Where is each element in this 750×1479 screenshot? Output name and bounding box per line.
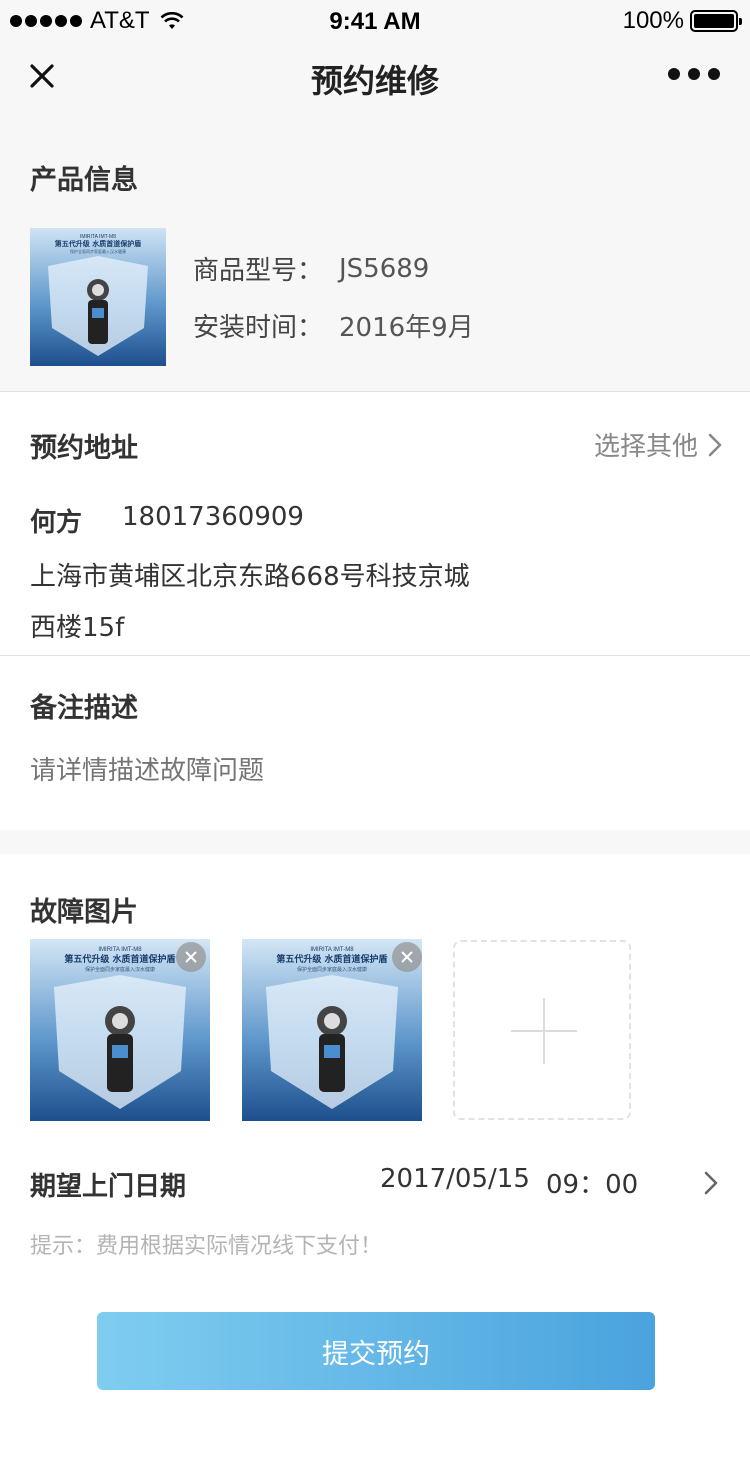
- page-title: 预约维修: [310, 62, 439, 100]
- product-image: IMIRITA IMT-M8 第五代升级 水质首道保护盾 保护全面同步家庭最入汉…: [30, 228, 166, 366]
- appointment-date-value[interactable]: 2017/05/15: [380, 1164, 530, 1194]
- photo-2-sub: 保护全面同步家庭最入汉水健康: [297, 966, 367, 973]
- model-row: 商品型号： JS5689: [193, 250, 429, 287]
- photo-1-headline: 第五代升级 水质首道保护盾: [64, 953, 175, 965]
- chevron-right-icon[interactable]: [703, 1170, 719, 1196]
- battery-icon: [690, 10, 742, 32]
- remark-section: 备注描述: [0, 656, 750, 830]
- submit-appointment-button[interactable]: 提交预约: [97, 1312, 655, 1390]
- fault-photos-section: 故障图片 IMIRITA IMT-M8 第五代升级 水质首道保护盾 保护全面同步…: [0, 854, 750, 1479]
- status-bar: AT&T 9:41 AM 100%: [0, 0, 750, 40]
- address-detail: 上海市黄埔区北京东路668号科技京城西楼15f: [30, 562, 470, 643]
- choose-other-address-button[interactable]: 选择其他: [594, 426, 722, 463]
- chevron-right-icon: [708, 433, 722, 456]
- product-info-title: 产品信息: [30, 165, 138, 196]
- section-divider: [0, 830, 750, 854]
- install-row: 安装时间： 2016年9月: [193, 307, 474, 344]
- model-value: JS5689: [339, 253, 430, 284]
- install-label: 安装时间：: [193, 313, 324, 343]
- appointment-time-value[interactable]: 09：00: [546, 1164, 638, 1201]
- add-photo-button[interactable]: [453, 940, 631, 1120]
- photo-1-brand: IMIRITA IMT-M8: [98, 947, 142, 953]
- remove-photo-2-icon[interactable]: [392, 942, 422, 972]
- install-value: 2016年9月: [339, 313, 474, 343]
- address-title: 预约地址: [30, 433, 138, 464]
- fault-photos-title: 故障图片: [30, 897, 138, 928]
- choose-other-label: 选择其他: [593, 432, 698, 462]
- contact-name: 何方: [30, 508, 83, 538]
- status-right: 100%: [622, 7, 742, 34]
- remove-photo-1-icon[interactable]: [176, 942, 206, 972]
- address-section: 预约地址 选择其他 何方 18017360909 上海市黄埔区北京东路668号科…: [0, 392, 750, 656]
- appointment-date-label: 期望上门日期: [30, 1172, 187, 1202]
- remark-title: 备注描述: [30, 693, 138, 724]
- contact-phone: 18017360909: [122, 502, 304, 532]
- photo-2-headline: 第五代升级 水质首道保护盾: [276, 953, 387, 965]
- product-info-section: 产品信息 IMIRITA IMT-M8 第五代升级 水质首道保护盾 保护全面同步…: [0, 120, 750, 392]
- navigation-bar: 预约维修: [0, 40, 750, 120]
- remark-input[interactable]: [30, 756, 720, 786]
- product-image-headline: 第五代升级 水质首道保护盾: [55, 239, 141, 248]
- photo-1-sub: 保护全面同步家庭最入汉水健康: [85, 966, 155, 973]
- battery-percentage: 100%: [622, 7, 684, 34]
- more-options-icon[interactable]: [668, 68, 720, 80]
- model-label: 商品型号：: [193, 256, 324, 286]
- photo-2-brand: IMIRITA IMT-M8: [310, 947, 354, 953]
- payment-hint: 提示：费用根据实际情况线下支付！: [30, 1234, 383, 1259]
- product-image-sub: 保护全面同步家庭最入汉水健康: [70, 248, 126, 254]
